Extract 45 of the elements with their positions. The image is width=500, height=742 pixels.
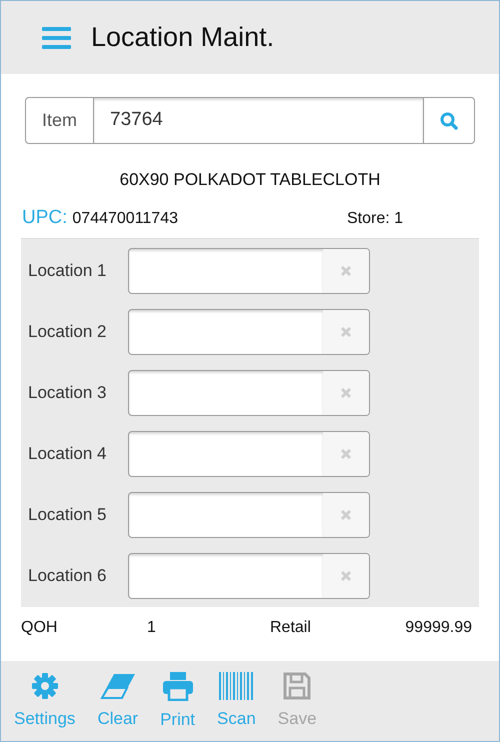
eraser-icon (100, 672, 136, 700)
clear-field-button[interactable] (323, 249, 369, 293)
close-icon (341, 510, 351, 520)
product-description: 60X90 POLKADOT TABLECLOTH (120, 169, 380, 191)
location-field[interactable] (128, 553, 370, 599)
item-search-field[interactable]: Item 73764 (25, 97, 475, 144)
close-icon (341, 571, 351, 581)
screen-title: Location Maint. (91, 21, 274, 54)
location-field[interactable] (128, 492, 370, 538)
location-label: Location 1 (28, 260, 108, 282)
print-button[interactable]: Print (160, 671, 196, 733)
clear-field-button[interactable] (323, 371, 369, 415)
search-icon (440, 112, 458, 130)
close-icon (341, 388, 351, 398)
location-field[interactable] (128, 309, 370, 355)
upc-value: 074470011743 (72, 208, 178, 228)
upc-label: UPC: (22, 206, 68, 230)
location-field[interactable] (128, 431, 370, 477)
scan-button[interactable]: Scan (217, 672, 256, 732)
retail-value: 99999.99 (405, 618, 472, 638)
clear-field-button[interactable] (323, 432, 369, 476)
location-label: Location 4 (28, 443, 108, 466)
printer-icon (162, 671, 194, 702)
clear-field-button[interactable] (323, 310, 369, 354)
close-icon (341, 327, 351, 337)
location-label: Location 2 (28, 321, 108, 344)
location-label: Location 3 (28, 382, 108, 404)
close-icon (341, 449, 351, 459)
menu-icon[interactable] (42, 26, 71, 50)
retail-label: Retail (270, 618, 311, 638)
store-number: Store: 1 (346, 208, 403, 228)
close-icon (341, 266, 351, 276)
field-label: Item (26, 98, 94, 143)
clear-button[interactable]: Clear (97, 672, 138, 732)
settings-icon (30, 672, 59, 700)
clear-field-button[interactable] (323, 493, 369, 537)
barcode-icon (219, 672, 254, 700)
location-label: Location 5 (28, 504, 108, 526)
location-field[interactable] (128, 370, 370, 416)
location-label: Location 6 (28, 565, 108, 588)
settings-button[interactable]: Settings (14, 672, 76, 732)
qoh-label: QOH (21, 618, 58, 638)
location-field[interactable] (128, 248, 370, 294)
qoh-value: 1 (147, 618, 157, 638)
clear-field-button[interactable] (323, 554, 369, 598)
